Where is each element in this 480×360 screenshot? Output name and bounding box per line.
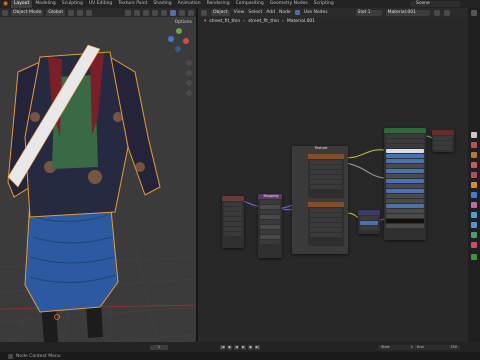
shader-node-editor[interactable]: Object View Select Add Node Use Nodes Sl…: [198, 8, 468, 350]
end-label: End: [417, 344, 424, 349]
jump-end-icon[interactable]: ▶|: [255, 344, 260, 350]
material-output-node[interactable]: [432, 130, 454, 152]
gizmo-y-icon[interactable]: [176, 28, 182, 34]
shading-rendered-icon[interactable]: [188, 9, 194, 16]
perspective-toggle-icon[interactable]: [186, 90, 192, 96]
pan-hand-icon[interactable]: [186, 70, 192, 76]
tab-sculpting[interactable]: Sculpting: [59, 0, 86, 8]
tool-properties-icon[interactable]: [471, 10, 477, 16]
shading-solid-icon[interactable]: [170, 9, 176, 16]
gizmo-x-icon[interactable]: [183, 38, 189, 44]
scene-properties-icon[interactable]: [471, 162, 477, 168]
constraint-properties-icon[interactable]: [471, 222, 477, 228]
mouse-icon: [8, 353, 13, 359]
modifier-properties-icon[interactable]: [471, 192, 477, 198]
start-value: 1: [410, 344, 413, 349]
viewport-scene: [0, 44, 196, 350]
status-bar: Node Context Menu: [0, 352, 480, 360]
play-reverse-icon[interactable]: ◀: [234, 344, 239, 350]
transform-orientation-dropdown[interactable]: Global: [46, 9, 65, 16]
overlay-toggle-icon[interactable]: [143, 9, 149, 16]
image-texture-node-2[interactable]: [308, 202, 344, 246]
snap-icon[interactable]: [76, 9, 83, 16]
navigation-gizmo[interactable]: [166, 26, 192, 56]
status-text: Node Context Menu: [16, 353, 61, 359]
blender-logo-icon[interactable]: ◉: [2, 1, 9, 7]
next-keyframe-icon[interactable]: ◆: [248, 344, 253, 350]
gizmo-z-icon[interactable]: [168, 36, 174, 42]
texture-frame[interactable]: Texture: [292, 146, 348, 254]
tab-uv-editing[interactable]: UV Editing: [86, 0, 115, 8]
timeline-bar: 1 |◀ ◆ ◀ ▶ ◆ ▶| Start 1 End 250: [0, 342, 480, 352]
prev-keyframe-icon[interactable]: ◆: [227, 344, 232, 350]
tab-geometry-nodes[interactable]: Geometry Nodes: [267, 0, 311, 8]
tab-compositing[interactable]: Compositing: [233, 0, 267, 8]
end-frame-field[interactable]: End 250: [414, 344, 460, 350]
mode-dropdown[interactable]: Object Mode: [11, 9, 44, 16]
shading-wireframe-icon[interactable]: [161, 9, 167, 16]
gizmo-toggle-icon[interactable]: [134, 9, 140, 16]
tab-scripting[interactable]: Scripting: [311, 0, 337, 8]
3d-viewport[interactable]: Object Mode Global Options: [0, 8, 196, 350]
data-properties-icon[interactable]: [471, 232, 477, 238]
tab-modeling[interactable]: Modeling: [32, 0, 58, 8]
tab-animation[interactable]: Animation: [175, 0, 204, 8]
world-properties-icon[interactable]: [471, 172, 477, 178]
view-layer-properties-icon[interactable]: [471, 152, 477, 158]
tab-rendering[interactable]: Rendering: [204, 0, 233, 8]
normal-map-node[interactable]: [358, 210, 380, 234]
mapping-node[interactable]: Mapping: [258, 194, 282, 258]
current-frame-field[interactable]: 1: [150, 344, 168, 350]
tab-shading[interactable]: Shading: [150, 0, 174, 8]
physics-properties-icon[interactable]: [471, 212, 477, 218]
shading-material-icon[interactable]: [179, 9, 185, 16]
node-header: [222, 196, 244, 201]
gizmo-neg-z-icon[interactable]: [175, 46, 181, 52]
visibility-icon[interactable]: [125, 9, 131, 16]
camera-view-icon[interactable]: [186, 80, 192, 86]
jump-start-icon[interactable]: |◀: [220, 344, 225, 350]
output-properties-icon[interactable]: [471, 142, 477, 148]
texture-coordinate-node[interactable]: [222, 196, 244, 248]
start-frame-field[interactable]: Start 1: [378, 344, 416, 350]
end-value: 250: [450, 344, 457, 349]
texture-properties-icon[interactable]: [471, 254, 477, 260]
texture-frame-title: Texture: [292, 146, 348, 151]
xray-icon[interactable]: [152, 9, 158, 16]
tab-texture-paint[interactable]: Texture Paint: [115, 0, 150, 8]
viewport-header: Object Mode Global: [0, 8, 196, 17]
properties-tab-bar: [468, 8, 480, 350]
zoom-icon[interactable]: [186, 60, 192, 66]
top-bar: ◉ Layout Modeling Sculpting UV Editing T…: [0, 0, 480, 8]
tab-layout[interactable]: Layout: [11, 0, 33, 8]
scene-selector[interactable]: Scene: [410, 1, 460, 7]
start-label: Start: [381, 344, 390, 349]
material-properties-icon[interactable]: [471, 242, 477, 248]
editor-type-icon[interactable]: [2, 9, 8, 16]
proportional-edit-icon[interactable]: [85, 9, 92, 16]
play-icon[interactable]: ▶: [241, 344, 246, 350]
object-properties-icon[interactable]: [471, 182, 477, 188]
render-properties-icon[interactable]: [471, 132, 477, 138]
pivot-icon[interactable]: [67, 9, 74, 16]
mapping-node-title: Mapping: [258, 194, 282, 199]
particle-properties-icon[interactable]: [471, 202, 477, 208]
image-texture-node-1[interactable]: [308, 154, 344, 198]
principled-bsdf-node[interactable]: [384, 128, 426, 240]
